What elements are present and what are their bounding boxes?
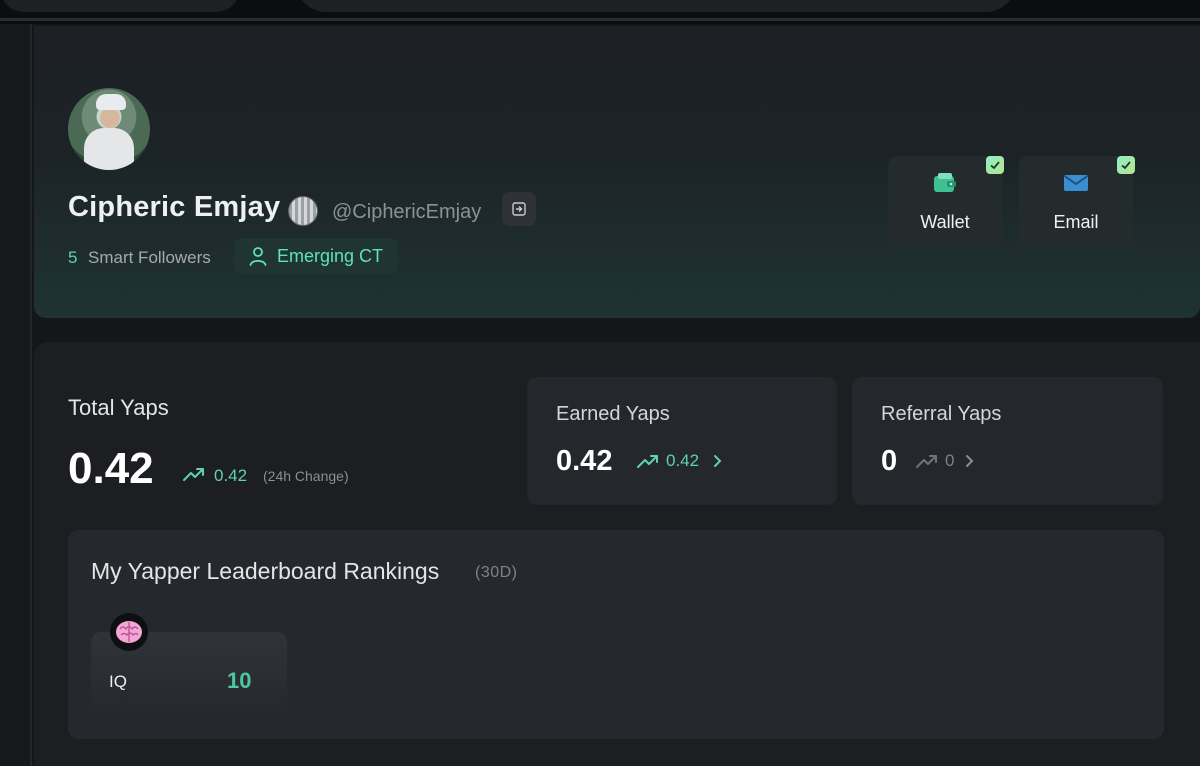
envelope-icon xyxy=(1063,175,1089,191)
user-icon xyxy=(249,247,267,266)
chevron-right-icon[interactable] xyxy=(964,453,976,469)
logout-button[interactable] xyxy=(502,192,536,226)
leaderboard-title: My Yapper Leaderboard Rankings xyxy=(91,558,440,584)
wallet-label: Wallet xyxy=(920,212,970,232)
smart-followers-count: 5 xyxy=(68,248,78,267)
tier-label: Emerging CT xyxy=(277,245,384,266)
top-nav-pill[interactable] xyxy=(0,0,240,12)
trend-up-icon xyxy=(916,455,937,468)
app-root: Cipheric Emjay @CiphericEmjay 5 Smart Fo… xyxy=(0,0,1200,766)
brain-icon xyxy=(110,613,148,651)
divider xyxy=(0,18,1200,21)
total-yaps-change: 0.42 xyxy=(214,466,248,485)
ranking-label: IQ xyxy=(109,672,127,691)
total-yaps-change-label: (24h Change) xyxy=(263,468,349,484)
referral-yaps-value: 0 xyxy=(881,445,898,477)
profile-name: Cipheric Emjay xyxy=(68,191,281,223)
earned-yaps-change: 0.42 xyxy=(666,451,700,470)
verified-check-icon xyxy=(986,156,1004,174)
referral-yaps-title: Referral Yaps xyxy=(881,403,1002,425)
total-yaps-value: 0.42 xyxy=(68,444,154,493)
profile-header: Cipheric Emjay @CiphericEmjay 5 Smart Fo… xyxy=(34,26,1200,318)
email-label: Email xyxy=(1053,212,1099,232)
avatar[interactable] xyxy=(68,88,150,170)
tier-badge: Emerging CT xyxy=(234,238,399,274)
wallet-icon xyxy=(934,173,956,192)
trend-up-icon xyxy=(637,455,658,468)
leaderboard-rankings-panel: My Yapper Leaderboard Rankings (30D) IQ … xyxy=(68,530,1164,739)
smart-followers-label[interactable]: Smart Followers xyxy=(88,248,211,268)
profile-handle[interactable]: @CiphericEmjay xyxy=(332,201,481,224)
chevron-right-icon[interactable] xyxy=(712,453,724,469)
verified-check-icon xyxy=(1117,156,1135,174)
email-card[interactable]: Email xyxy=(1019,156,1135,248)
profile-badge-icon xyxy=(288,196,318,226)
logout-icon xyxy=(512,202,526,216)
ranking-value: 10 xyxy=(227,668,252,693)
earned-yaps-card[interactable]: Earned Yaps 0.42 0.42 xyxy=(527,377,837,505)
earned-yaps-title: Earned Yaps xyxy=(556,403,670,425)
leaderboard-period: (30D) xyxy=(475,564,518,581)
total-yaps-title: Total Yaps xyxy=(68,395,169,420)
referral-yaps-card[interactable]: Referral Yaps 0 0 xyxy=(852,377,1163,505)
top-bar xyxy=(0,0,1200,24)
referral-yaps-change: 0 xyxy=(945,451,955,470)
left-sidebar xyxy=(0,24,32,766)
trend-up-icon xyxy=(183,468,204,481)
earned-yaps-value: 0.42 xyxy=(556,445,613,477)
wallet-card[interactable]: Wallet xyxy=(888,156,1004,248)
top-search-pill[interactable] xyxy=(296,0,1016,12)
